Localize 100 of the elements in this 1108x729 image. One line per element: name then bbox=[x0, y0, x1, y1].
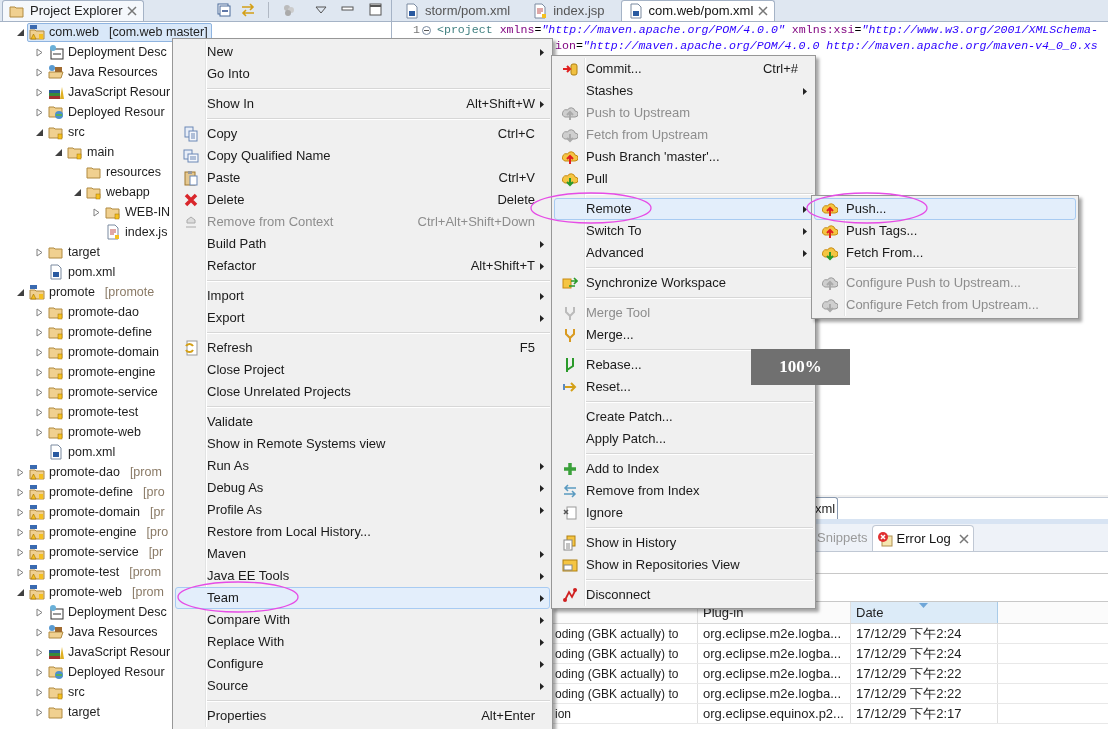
tree-item[interactable]: WEB-IN bbox=[103, 202, 175, 222]
tree-item[interactable]: promote-engine [pro bbox=[27, 522, 173, 542]
collapse-all-icon[interactable] bbox=[216, 2, 232, 18]
tree-item[interactable]: webapp bbox=[84, 182, 154, 202]
close-icon[interactable] bbox=[758, 6, 769, 16]
tree-item[interactable]: JavaScript Resour bbox=[46, 642, 175, 662]
expander-icon[interactable] bbox=[35, 127, 44, 137]
menu-item[interactable]: Show in Remote Systems view bbox=[175, 433, 550, 455]
editor-tab[interactable]: storm/pom.xml bbox=[398, 0, 517, 21]
tree-item[interactable]: promote-service bbox=[46, 382, 162, 402]
close-icon[interactable] bbox=[958, 533, 969, 544]
tree-item[interactable]: index.js bbox=[103, 222, 172, 242]
tree-item[interactable]: promote-test bbox=[46, 402, 143, 422]
tree-item[interactable]: promote-domain [pr bbox=[27, 502, 169, 522]
editor-tab[interactable]: index.jsp bbox=[526, 0, 611, 21]
tree-item[interactable]: Deployment Desc bbox=[46, 42, 171, 62]
tree-item[interactable]: promote-define bbox=[46, 322, 157, 342]
menu-item[interactable]: Close Project bbox=[175, 359, 550, 381]
menu-item[interactable]: Restore from Local History... bbox=[175, 521, 550, 543]
menu-item[interactable]: Paste Ctrl+V bbox=[175, 167, 550, 189]
tree-item[interactable]: target bbox=[46, 702, 104, 722]
menu-item[interactable]: Maven bbox=[175, 543, 550, 565]
menu-item[interactable]: Refresh F5 bbox=[175, 337, 550, 359]
menu-item[interactable]: Source bbox=[175, 675, 550, 697]
menu-item[interactable]: Switch To bbox=[554, 220, 813, 242]
tree-item[interactable]: promote-web [prom bbox=[27, 582, 168, 602]
menu-item[interactable]: Validate bbox=[175, 411, 550, 433]
panel-tab[interactable]: Error Log bbox=[871, 525, 974, 551]
menu-item[interactable]: Compare With bbox=[175, 609, 550, 631]
menu-item[interactable]: Create Patch... bbox=[554, 406, 813, 428]
menu-item[interactable]: Push Tags... bbox=[814, 220, 1076, 242]
menu-item[interactable]: Advanced bbox=[554, 242, 813, 264]
tree-item[interactable]: promote-test [prom bbox=[27, 562, 166, 582]
tree-item[interactable]: promote-service [pr bbox=[27, 542, 168, 562]
tree-item[interactable]: promote-domain bbox=[46, 342, 163, 362]
tree-item[interactable]: promote [promote bbox=[27, 282, 159, 302]
menu-item[interactable]: Synchronize Workspace bbox=[554, 272, 813, 294]
menu-item[interactable]: Add to Index bbox=[554, 458, 813, 480]
tree-item[interactable]: promote-define [pro bbox=[27, 482, 169, 502]
menu-item[interactable]: Show in Repositories View bbox=[554, 554, 813, 576]
tree-item[interactable]: pom.xml bbox=[46, 262, 120, 282]
menu-item[interactable]: Show in History bbox=[554, 532, 813, 554]
editor-tab[interactable]: com.web/pom.xml bbox=[620, 0, 776, 21]
link-icon[interactable] bbox=[240, 2, 256, 18]
menu-item[interactable]: Run As bbox=[175, 455, 550, 477]
view-tab[interactable]: Project Explorer bbox=[2, 0, 145, 21]
close-icon[interactable] bbox=[127, 6, 138, 16]
tree-item[interactable]: Deployed Resour bbox=[46, 102, 169, 122]
menu-item[interactable]: Remote bbox=[554, 198, 813, 220]
tree-item[interactable]: Deployment Desc bbox=[46, 602, 171, 622]
menu-item[interactable]: Export bbox=[175, 307, 550, 329]
tree-item[interactable]: target bbox=[46, 242, 104, 262]
column-header[interactable]: Date bbox=[851, 602, 998, 623]
expander-icon[interactable] bbox=[73, 187, 82, 197]
menu-item[interactable]: Apply Patch... bbox=[554, 428, 813, 450]
tree-item[interactable]: pom.xml bbox=[46, 442, 120, 462]
menu-item[interactable]: Fetch From... bbox=[814, 242, 1076, 264]
view-menu-icon[interactable] bbox=[315, 6, 327, 14]
expander-icon[interactable] bbox=[54, 147, 63, 157]
menu-item[interactable]: Copy Qualified Name bbox=[175, 145, 550, 167]
tree-item[interactable]: Java Resources bbox=[46, 62, 162, 82]
expander-icon[interactable] bbox=[16, 587, 25, 597]
tree-item[interactable]: com.web [com.web master] bbox=[27, 22, 212, 42]
menu-item[interactable]: Push Branch 'master'... bbox=[554, 146, 813, 168]
menu-item[interactable]: Properties Alt+Enter bbox=[175, 705, 550, 727]
tree-item[interactable]: resources bbox=[84, 162, 165, 182]
menu-item[interactable]: Merge... bbox=[554, 324, 813, 346]
menu-item[interactable]: Debug As bbox=[175, 477, 550, 499]
tree-item[interactable]: main bbox=[65, 142, 119, 162]
menu-item[interactable]: Build Path bbox=[175, 233, 550, 255]
menu-item[interactable]: Ignore bbox=[554, 502, 813, 524]
tree-item[interactable]: promote-web bbox=[46, 422, 145, 442]
menu-item[interactable]: Import bbox=[175, 285, 550, 307]
tree-item[interactable]: Java Resources bbox=[46, 622, 162, 642]
tree-item[interactable]: promote-dao bbox=[46, 302, 143, 322]
menu-item[interactable]: Team bbox=[175, 587, 550, 609]
fold-icon[interactable] bbox=[422, 25, 431, 35]
menu-item[interactable]: Profile As bbox=[175, 499, 550, 521]
menu-item[interactable]: Configure bbox=[175, 653, 550, 675]
tree-item[interactable]: promote-dao [prom bbox=[27, 462, 166, 482]
menu-item[interactable]: Replace With bbox=[175, 631, 550, 653]
tree-item[interactable]: src bbox=[46, 682, 89, 702]
menu-item[interactable]: New bbox=[175, 41, 550, 63]
menu-item[interactable]: Close Unrelated Projects bbox=[175, 381, 550, 403]
menu-item[interactable]: Refactor Alt+Shift+T bbox=[175, 255, 550, 277]
menu-item[interactable]: Push... bbox=[814, 198, 1076, 220]
tree-item[interactable]: src bbox=[46, 122, 89, 142]
menu-item[interactable]: Java EE Tools bbox=[175, 565, 550, 587]
menu-item[interactable]: Delete Delete bbox=[175, 189, 550, 211]
tree-item[interactable]: Deployed Resour bbox=[46, 662, 169, 682]
menu-item[interactable]: Stashes bbox=[554, 80, 813, 102]
tree-item[interactable]: JavaScript Resour bbox=[46, 82, 175, 102]
menu-item[interactable]: Copy Ctrl+C bbox=[175, 123, 550, 145]
menu-item[interactable]: Show In Alt+Shift+W bbox=[175, 93, 550, 115]
maximize-icon[interactable] bbox=[369, 3, 383, 17]
expander-icon[interactable] bbox=[16, 287, 25, 297]
menu-item[interactable]: Remove from Index bbox=[554, 480, 813, 502]
expander-icon[interactable] bbox=[16, 27, 25, 37]
menu-item[interactable]: Commit... Ctrl+# bbox=[554, 58, 813, 80]
tree-item[interactable]: promote-engine bbox=[46, 362, 160, 382]
